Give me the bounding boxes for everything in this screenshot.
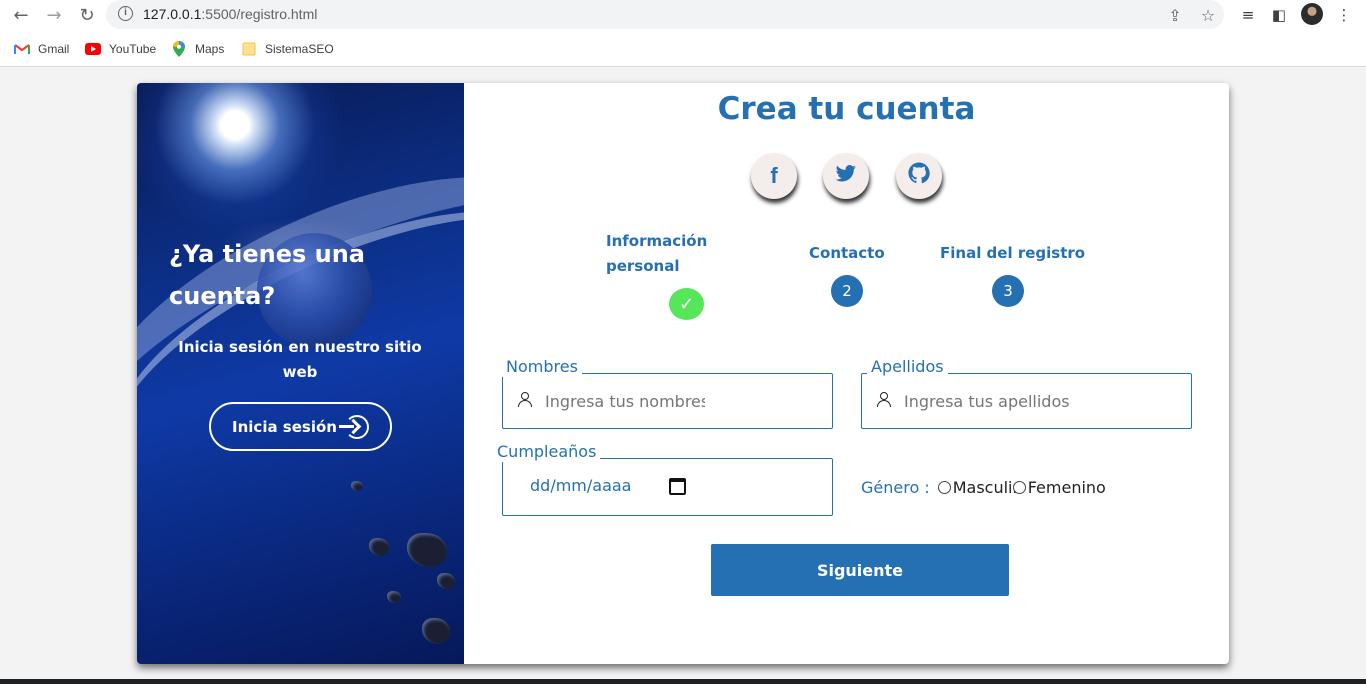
apellidos-label: Apellidos xyxy=(867,357,948,377)
folder-icon xyxy=(241,41,257,57)
space-background-panel: ¿Ya tienes una cuenta? Inicia sesión en … xyxy=(137,83,464,664)
login-button-label: Inicia sesión xyxy=(232,417,337,436)
sidebar-subtitle: Inicia sesión en nuestro sitio web xyxy=(178,338,422,381)
side-panel-icon[interactable]: ◧ xyxy=(1268,4,1290,26)
bookmark-star-icon[interactable]: ☆ xyxy=(1197,4,1219,26)
date-input-placeholder[interactable]: dd/mm/aaaa xyxy=(530,476,631,495)
cumpleanos-label: Cumpleaños xyxy=(493,442,601,462)
browser-toolbar: ← → ↻ i 127.0.0.1:5500/registro.html ⇪ ☆… xyxy=(0,0,1366,32)
radio-femenino[interactable] xyxy=(1012,480,1026,494)
sidebar-content: ¿Ya tienes una cuenta? Inicia sesión en … xyxy=(137,83,464,664)
user-icon xyxy=(877,392,891,407)
bookmarks-bar: Gmail YouTube Maps SistemaSEO xyxy=(0,32,1366,67)
login-button[interactable]: Inicia sesión xyxy=(209,402,392,451)
maps-icon xyxy=(171,41,187,57)
facebook-icon: f xyxy=(770,163,778,188)
address-url[interactable]: 127.0.0.1:5500/registro.html xyxy=(143,6,317,22)
step-1-check-icon: ✓ xyxy=(669,288,704,320)
share-icon[interactable]: ⇪ xyxy=(1164,4,1186,26)
media-control-icon[interactable]: ≡ xyxy=(1237,4,1259,26)
github-button[interactable] xyxy=(896,153,942,199)
sidebar-title: ¿Ya tienes una cuenta? xyxy=(169,240,365,310)
github-icon xyxy=(908,162,930,190)
back-icon[interactable]: ← xyxy=(8,4,34,26)
reload-icon[interactable]: ↻ xyxy=(74,4,100,26)
bookmark-youtube[interactable]: YouTube xyxy=(85,41,156,57)
menu-icon[interactable]: ⋮ xyxy=(1333,4,1355,26)
radio-masculino[interactable] xyxy=(937,480,951,494)
twitter-button[interactable] xyxy=(823,153,869,199)
step-3-number: 3 xyxy=(992,275,1024,307)
taskbar-edge xyxy=(0,679,1366,684)
step-2-label: Contacto xyxy=(809,244,885,262)
step-3-label: Final del registro xyxy=(940,244,1086,262)
gender-label: Género : xyxy=(861,477,930,497)
step-2-number: 2 xyxy=(831,275,863,307)
page-viewport: ¿Ya tienes una cuenta? Inicia sesión en … xyxy=(0,68,1366,680)
forward-icon[interactable]: → xyxy=(41,4,67,26)
bookmark-maps[interactable]: Maps xyxy=(171,41,224,57)
nombres-input[interactable] xyxy=(545,388,705,414)
register-form: Crea tu cuenta f Información personal ✓ … xyxy=(464,83,1229,664)
option-femenino-label[interactable]: Femenino xyxy=(1028,478,1106,497)
bookmark-sistemaseo[interactable]: SistemaSEO xyxy=(241,41,334,57)
youtube-icon xyxy=(85,41,101,57)
facebook-button[interactable]: f xyxy=(751,153,797,199)
apellidos-field xyxy=(861,373,1192,429)
option-masculino-label[interactable]: Masculino xyxy=(953,478,1021,497)
sign-in-icon xyxy=(338,414,369,439)
profile-avatar[interactable] xyxy=(1301,3,1323,25)
nombres-field xyxy=(502,373,833,429)
form-title: Crea tu cuenta xyxy=(717,91,976,127)
step-1-label: Información personal xyxy=(606,232,708,275)
bookmark-gmail[interactable]: Gmail xyxy=(14,41,69,57)
user-icon xyxy=(518,392,532,407)
apellidos-input[interactable] xyxy=(904,388,1164,414)
address-bar[interactable]: i 127.0.0.1:5500/registro.html ⇪ ☆ xyxy=(106,0,1224,29)
next-button[interactable]: Siguiente xyxy=(711,544,1009,596)
register-card: ¿Ya tienes una cuenta? Inicia sesión en … xyxy=(137,83,1229,664)
gmail-icon xyxy=(14,41,30,57)
gender-group: Género : Masculino Femenino xyxy=(861,476,1106,498)
nombres-label: Nombres xyxy=(502,357,582,377)
twitter-icon xyxy=(835,163,857,189)
cumpleanos-field[interactable]: dd/mm/aaaa xyxy=(502,458,833,516)
site-info-icon[interactable]: i xyxy=(118,6,133,21)
calendar-icon[interactable] xyxy=(669,478,686,495)
